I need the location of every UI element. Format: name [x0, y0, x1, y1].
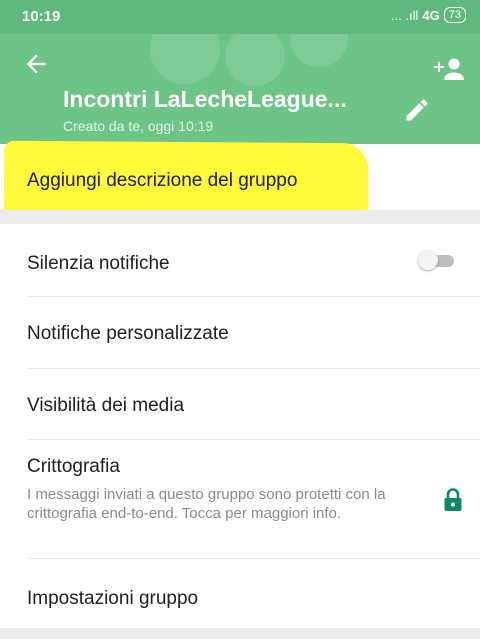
mute-toggle-thumb — [418, 250, 438, 270]
status-time: 10:19 — [22, 8, 61, 25]
status-bar: 10:19 ... .ıll 4G 73 — [0, 0, 480, 34]
media-visibility-row[interactable]: Visibilità dei media — [0, 369, 480, 439]
section-divider — [0, 628, 480, 639]
encryption-description: I messaggi inviati a questo gruppo sono … — [27, 486, 386, 522]
signal-indicator: ... .ıll — [390, 7, 419, 23]
group-subtitle: Creato da te, oggi 10:19 — [63, 118, 214, 134]
group-header: Incontri LaLecheLeague... Creato da te, … — [0, 34, 480, 144]
encryption-label: Crittografia — [27, 456, 120, 477]
group-settings-row[interactable]: Impostazioni gruppo — [0, 559, 480, 628]
add-description-button[interactable]: Aggiungi descrizione del gruppo — [27, 170, 297, 192]
status-icons: ... .ıll 4G 73 — [391, 7, 466, 23]
pencil-icon[interactable] — [403, 96, 431, 124]
header-pattern — [150, 34, 220, 84]
mute-notifications-row[interactable]: Silenzia notifiche — [0, 224, 480, 296]
custom-notifications-row[interactable]: Notifiche personalizzate — [0, 297, 480, 368]
header-pattern — [290, 34, 348, 67]
add-person-icon[interactable] — [432, 56, 466, 82]
custom-notifications-label: Notifiche personalizzate — [27, 323, 229, 344]
battery-indicator: 73 — [443, 7, 466, 23]
lock-icon — [444, 488, 462, 511]
header-pattern — [225, 34, 285, 86]
group-title[interactable]: Incontri LaLecheLeague... — [63, 86, 347, 113]
media-visibility-label: Visibilità dei media — [27, 395, 185, 416]
group-settings-label: Impostazioni gruppo — [27, 588, 199, 609]
mute-notifications-label: Silenzia notifiche — [27, 253, 170, 274]
arrow-back-icon[interactable] — [22, 50, 50, 78]
mute-toggle[interactable] — [418, 250, 454, 270]
network-indicator: 4G — [422, 7, 440, 23]
section-divider — [0, 210, 480, 224]
